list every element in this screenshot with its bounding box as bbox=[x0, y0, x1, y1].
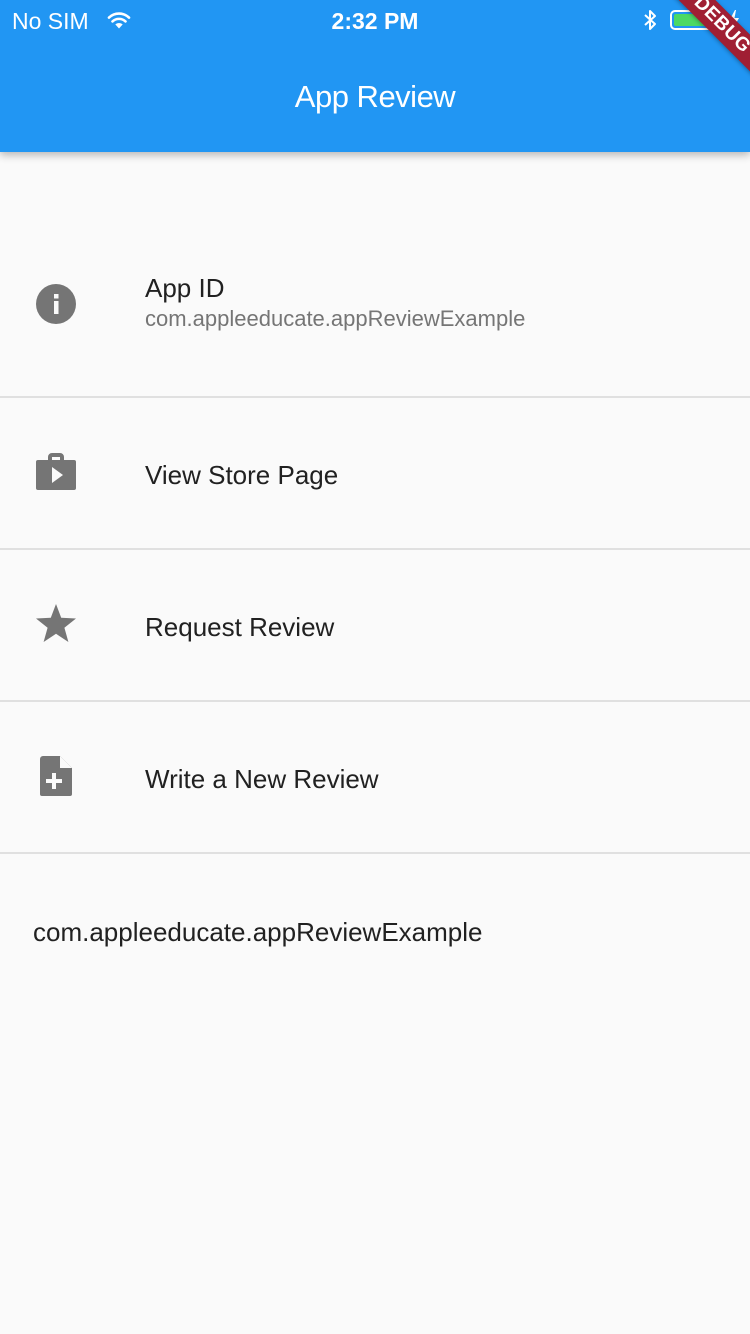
status-bar: No SIM 2:32 PM bbox=[0, 0, 750, 40]
shop-icon bbox=[36, 453, 76, 490]
output-text: com.appleeducate.appReviewExample bbox=[33, 917, 483, 947]
list-item-app-id[interactable]: App ID com.appleeducate.appReviewExample bbox=[0, 244, 750, 398]
view-store-page-label: View Store Page bbox=[145, 460, 339, 490]
note-add-icon bbox=[40, 756, 72, 796]
list-item-write-review[interactable]: Write a New Review bbox=[0, 702, 750, 854]
app-id-subtitle: com.appleeducate.appReviewExample bbox=[145, 306, 526, 331]
list-item-request-review[interactable]: Request Review bbox=[0, 550, 750, 702]
list-item-view-store-page[interactable]: View Store Page bbox=[0, 398, 750, 550]
app-bar: No SIM 2:32 PM App Review DEBUG bbox=[0, 0, 750, 152]
app-id-title: App ID bbox=[145, 273, 225, 303]
status-time: 2:32 PM bbox=[331, 8, 419, 34]
info-icon bbox=[36, 284, 76, 324]
star-icon bbox=[36, 604, 76, 642]
bluetooth-icon bbox=[644, 10, 656, 30]
request-review-label: Request Review bbox=[145, 612, 335, 642]
page-title: App Review bbox=[294, 79, 456, 114]
write-review-label: Write a New Review bbox=[145, 764, 379, 794]
